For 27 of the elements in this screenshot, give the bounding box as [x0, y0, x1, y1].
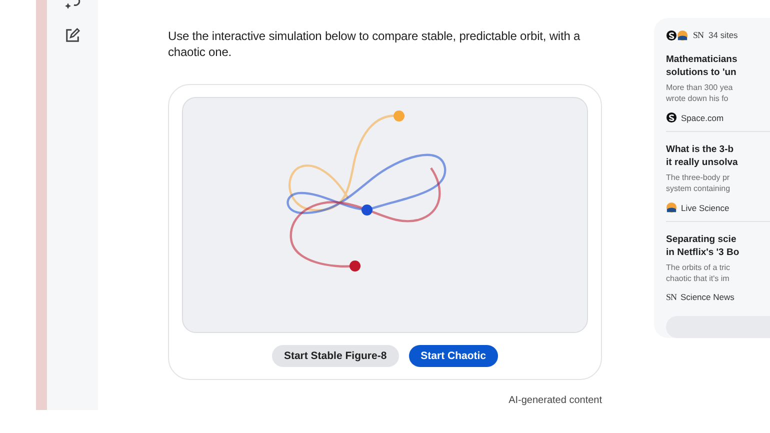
- intro-text: Use the interactive simulation below to compare stable, predictable orbit, with a chaotic one.: [168, 28, 582, 60]
- start-button[interactable]: Start Chaotic: [408, 345, 498, 367]
- source-name: Live Science: [681, 202, 730, 212]
- article-snippet: chaotic that it's im: [666, 273, 730, 284]
- start-button[interactable]: Start Stable Figure-8: [272, 345, 399, 367]
- article-snippet: More than 300 yea: [666, 82, 734, 93]
- article-title[interactable]: in Netflix's '3 Bo: [666, 246, 770, 259]
- article-title[interactable]: Separating scie: [666, 233, 770, 246]
- article-title[interactable]: it really unsolva: [666, 156, 770, 169]
- source-name: Space.com: [681, 112, 724, 122]
- article-snippet: wrote down his fo: [666, 93, 730, 104]
- site-logo-icon: [666, 30, 677, 40]
- site-logo-icon: [666, 112, 677, 123]
- source-name: Science News: [680, 292, 734, 302]
- article-snippet: The three-body pr: [666, 172, 731, 183]
- article-title[interactable]: solutions to 'un: [666, 66, 770, 79]
- site-logo-icon: [677, 30, 688, 40]
- site-logo: SN: [693, 30, 704, 40]
- article-title[interactable]: What is the 3-b: [666, 143, 770, 156]
- ai-content-note: AI-generated content: [508, 395, 602, 406]
- article-title[interactable]: Mathematicians: [666, 53, 770, 66]
- site-logo: SN: [666, 292, 677, 302]
- site-logo-icon: [666, 202, 677, 213]
- sites-count: 34 sites: [708, 30, 738, 40]
- article-snippet: The orbits of a tric: [666, 262, 732, 273]
- article-snippet: system containing: [666, 183, 732, 194]
- edit-icon[interactable]: [65, 28, 80, 43]
